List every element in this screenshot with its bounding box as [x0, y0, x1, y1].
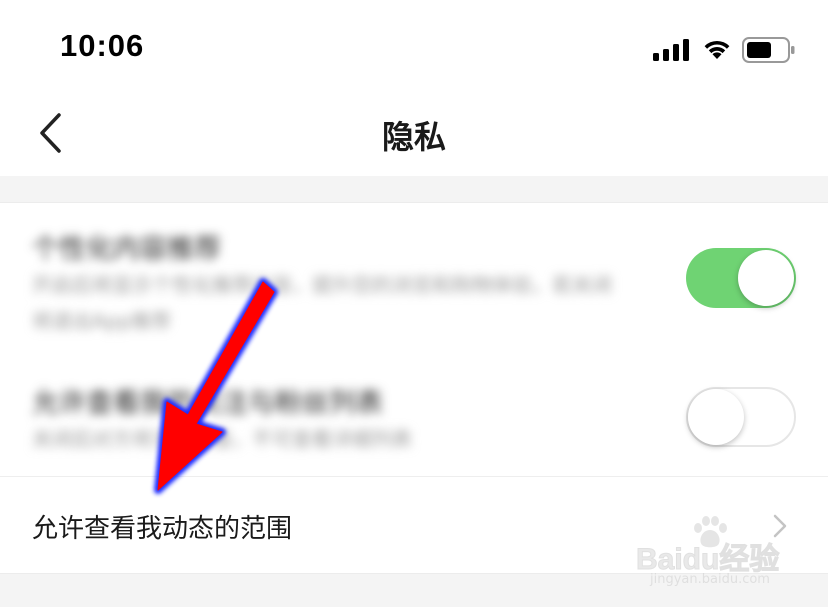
wifi-icon [704, 40, 730, 59]
page-title: 隐私 [381, 118, 446, 156]
phone-screen: 10:06 隐私 个性化内容推荐 开启后将显示个性化推荐内容，提升您的浏览和购物… [0, 0, 828, 607]
status-time: 10:06 [60, 28, 145, 63]
baidu-watermark: Baidu经验 jingyan.baidu.com [635, 512, 816, 592]
setting-description: 开启后将显示个性化推荐内容，提升您的浏览和购物体验，若关闭将退出App推荐 [32, 273, 612, 333]
toggle-switch-on[interactable] [686, 248, 796, 308]
status-bar: 10:06 [0, 0, 828, 96]
setting-row-follow-list: 允许查看我的关注与粉丝列表 关闭后对方将无法查看，不可查看详细列表 [0, 351, 828, 477]
watermark-url: jingyan.baidu.com [650, 572, 770, 587]
setting-row-personalized: 个性化内容推荐 开启后将显示个性化推荐内容，提升您的浏览和购物体验，若关闭将退出… [0, 203, 828, 351]
toggle-switch-off[interactable] [686, 387, 796, 447]
setting-description: 关闭后对方将无法查看，不可查看详细列表 [32, 427, 412, 451]
toggle-knob [738, 250, 794, 306]
setting-label: 允许查看我动态的范围 [32, 514, 293, 544]
setting-title: 允许查看我的关注与粉丝列表 [32, 388, 383, 419]
setting-title: 个性化内容推荐 [32, 234, 221, 265]
nav-bar: 隐私 [0, 96, 828, 176]
section-divider [0, 176, 828, 203]
signal-icon [653, 39, 689, 61]
toggle-knob [688, 389, 744, 445]
battery-icon [742, 37, 795, 63]
